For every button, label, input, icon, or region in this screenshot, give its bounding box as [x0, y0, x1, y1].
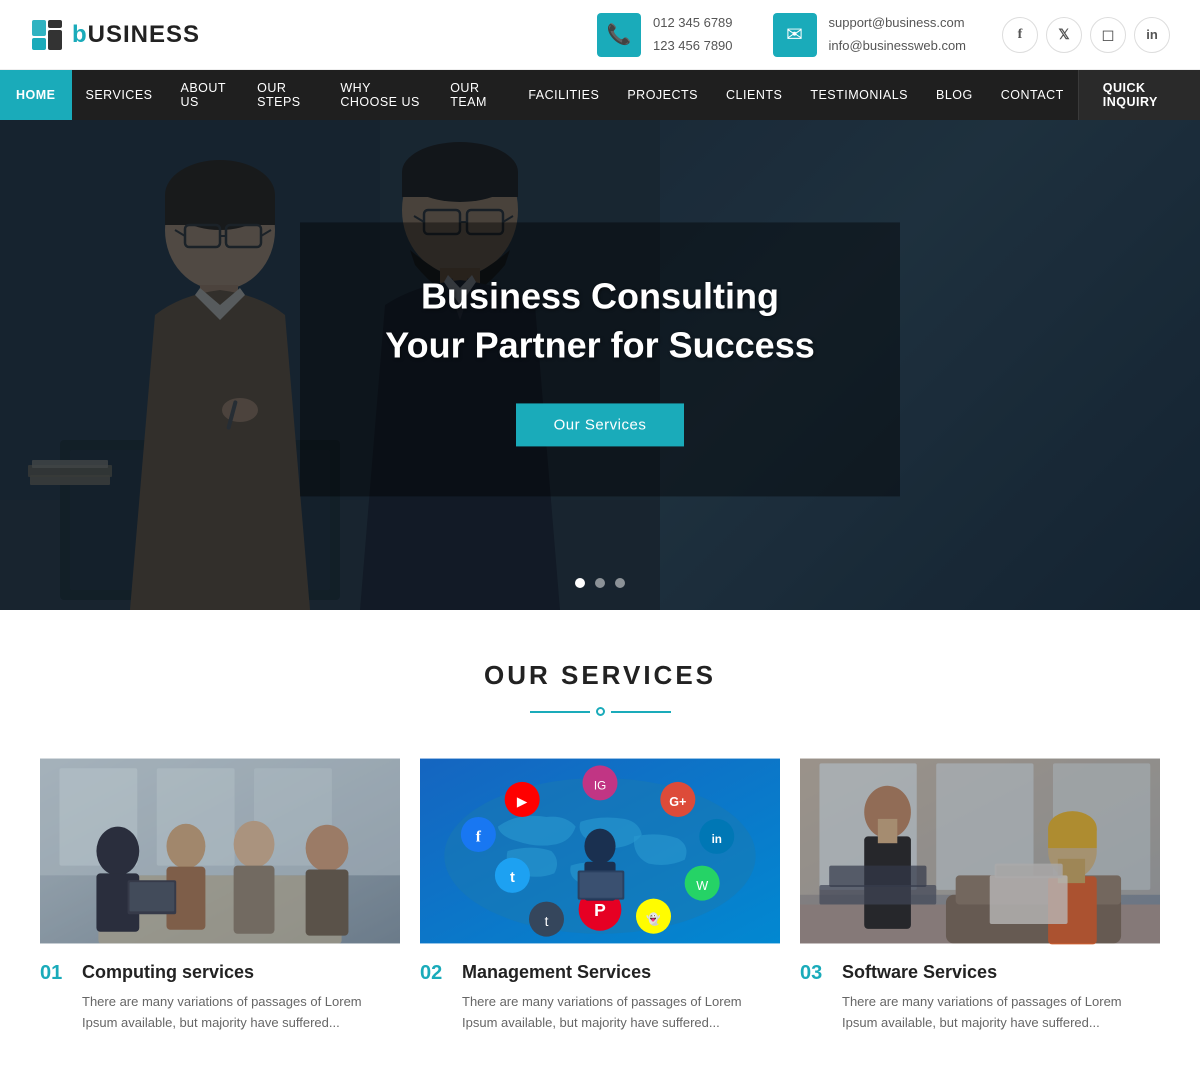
svg-text:t: t — [510, 870, 515, 886]
svg-text:W: W — [696, 879, 708, 893]
svg-text:in: in — [712, 833, 722, 846]
svg-text:f: f — [476, 828, 482, 845]
nav-facilities[interactable]: FACILITIES — [514, 70, 613, 120]
twitter-icon[interactable]: 𝕏 — [1046, 17, 1082, 53]
hero-title: Business Consulting Your Partner for Suc… — [380, 272, 820, 369]
social-icons-group: f 𝕏 ◻ in — [1002, 17, 1170, 53]
nav-contact[interactable]: CONTACT — [987, 70, 1078, 120]
service-desc-3: There are many variations of passages of… — [842, 991, 1160, 1034]
nav-projects[interactable]: PROJECTS — [613, 70, 712, 120]
services-grid: 01 Computing services There are many var… — [40, 756, 1160, 1050]
hero-dot-1[interactable] — [575, 578, 585, 588]
nav-testimonials[interactable]: TESTIMONIALS — [796, 70, 922, 120]
svg-text:G+: G+ — [669, 795, 686, 809]
hero-dot-3[interactable] — [615, 578, 625, 588]
instagram-icon[interactable]: ◻ — [1090, 17, 1126, 53]
phone-numbers: 012 345 6789 123 456 7890 — [653, 12, 733, 56]
service-name-1: Computing services — [82, 962, 400, 983]
divider-line-left — [530, 711, 590, 713]
nav-why-choose-us[interactable]: WHY CHOOSE US — [326, 70, 436, 120]
hero-dot-2[interactable] — [595, 578, 605, 588]
logo-icon — [30, 16, 68, 54]
nav-our-steps[interactable]: OUR STEPS — [243, 70, 326, 120]
service-image-1 — [40, 756, 400, 946]
hero-dots — [575, 578, 625, 588]
svg-text:▶: ▶ — [517, 794, 528, 809]
divider-line-right — [611, 711, 671, 713]
email-icon: ✉ — [773, 13, 817, 57]
service-image-2: P t f ▶ IG G+ — [420, 756, 780, 946]
service-desc-2: There are many variations of passages of… — [462, 991, 780, 1034]
services-section: OUR SERVICES — [0, 610, 1200, 1080]
service-card-1: 01 Computing services There are many var… — [40, 756, 400, 1050]
linkedin-icon[interactable]: in — [1134, 17, 1170, 53]
section-divider — [40, 707, 1160, 716]
service-card-3-info: 03 Software Services There are many vari… — [800, 946, 1160, 1050]
phone-contact: 📞 012 345 6789 123 456 7890 — [597, 12, 733, 56]
service-card-1-info: 01 Computing services There are many var… — [40, 946, 400, 1050]
nav-quick-inquiry[interactable]: QUICK INQUIRY — [1078, 70, 1200, 120]
service-desc-1: There are many variations of passages of… — [82, 991, 400, 1034]
service-number-3: 03 — [800, 962, 828, 985]
svg-text:IG: IG — [594, 780, 606, 793]
nav-about-us[interactable]: ABOUT US — [167, 70, 244, 120]
nav-blog[interactable]: BLOG — [922, 70, 987, 120]
service-card-2-info: 02 Management Services There are many va… — [420, 946, 780, 1050]
nav-clients[interactable]: CLIENTS — [712, 70, 796, 120]
navbar: HOME SERVICES ABOUT US OUR STEPS WHY CHO… — [0, 70, 1200, 120]
service-number-2: 02 — [420, 962, 448, 985]
service-image-3 — [800, 756, 1160, 946]
email-contact: ✉ support@business.com info@businessweb.… — [773, 12, 966, 56]
hero-section: Business Consulting Your Partner for Suc… — [0, 120, 1200, 610]
service-number-1: 01 — [40, 962, 68, 985]
nav-our-team[interactable]: OUR TEAM — [436, 70, 514, 120]
nav-home[interactable]: HOME — [0, 70, 72, 120]
logo-text: bUSINESS — [72, 21, 200, 49]
top-bar: bUSINESS 📞 012 345 6789 123 456 7890 ✉ s… — [0, 0, 1200, 70]
service-card-3: 03 Software Services There are many vari… — [800, 756, 1160, 1050]
service-card-2: P t f ▶ IG G+ — [420, 756, 780, 1050]
service-name-3: Software Services — [842, 962, 1160, 983]
facebook-icon[interactable]: f — [1002, 17, 1038, 53]
phone-icon: 📞 — [597, 13, 641, 57]
svg-text:t: t — [545, 914, 549, 929]
svg-text:P: P — [594, 900, 606, 920]
logo[interactable]: bUSINESS — [30, 16, 200, 54]
service-name-2: Management Services — [462, 962, 780, 983]
email-addresses: support@business.com info@businessweb.co… — [829, 12, 966, 56]
divider-dot — [596, 707, 605, 716]
contact-group: 📞 012 345 6789 123 456 7890 ✉ support@bu… — [597, 12, 966, 56]
svg-text:👻: 👻 — [646, 912, 661, 926]
hero-cta-button[interactable]: Our Services — [516, 404, 685, 447]
hero-content: Business Consulting Your Partner for Suc… — [300, 222, 900, 496]
nav-services[interactable]: SERVICES — [72, 70, 167, 120]
services-title: OUR SERVICES — [40, 660, 1160, 691]
